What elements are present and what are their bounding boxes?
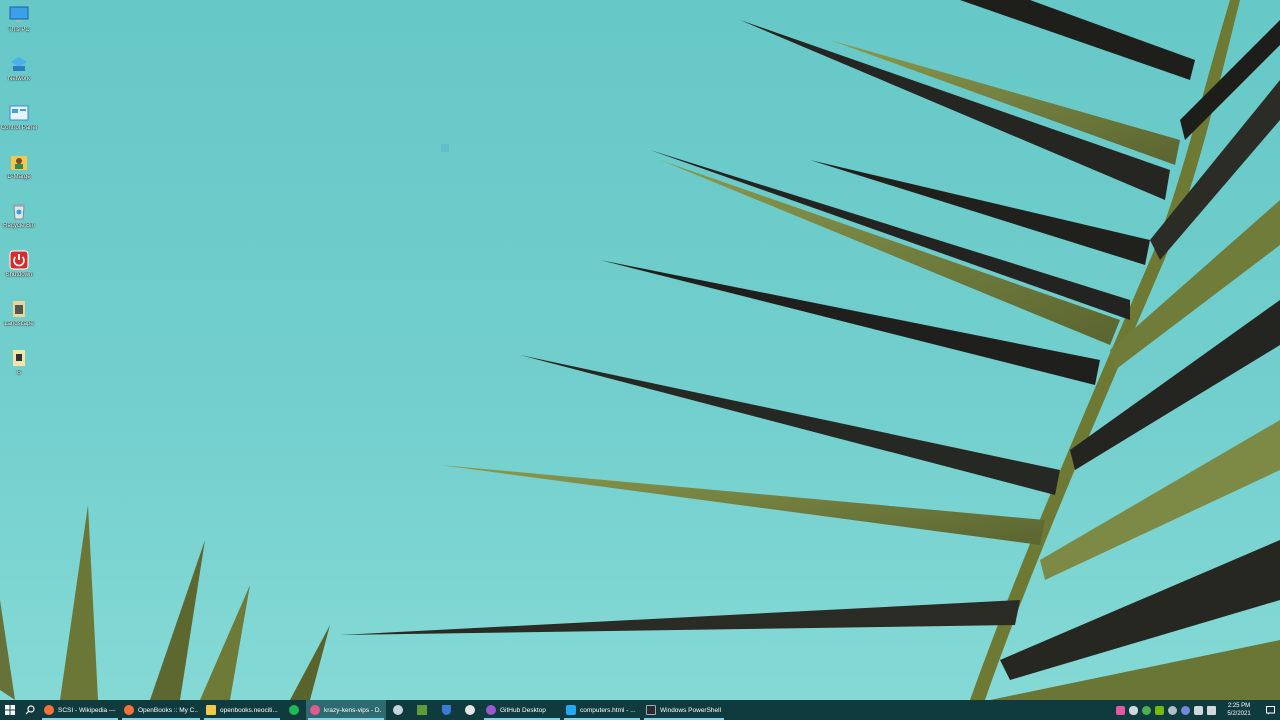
- powershell-icon: [646, 705, 656, 715]
- action-center-button[interactable]: [1260, 700, 1280, 720]
- taskbar-app-firefox-scsi[interactable]: SCSI - Wikipedia —...: [40, 700, 120, 720]
- taskbar-pin-spotify[interactable]: [282, 700, 306, 720]
- search-button[interactable]: [20, 700, 40, 720]
- start-button[interactable]: [0, 700, 20, 720]
- github-icon: [486, 705, 496, 715]
- tray-discord-icon[interactable]: [1181, 705, 1190, 715]
- clock-time: 2:25 PM: [1227, 703, 1251, 709]
- taskbar-pin-steam[interactable]: [386, 700, 410, 720]
- minecraft-icon: [417, 705, 427, 715]
- taskbar-app-label: krazy-kens-vips - D...: [324, 706, 382, 714]
- desktop-icon-b[interactable]: B: [0, 343, 38, 387]
- desktop-icon-label: Control Panel: [0, 125, 38, 131]
- steam-icon: [393, 705, 403, 715]
- recycle-bin-icon: [13, 204, 25, 220]
- taskbar: SCSI - Wikipedia —... OpenBooks :: My C.…: [0, 700, 1280, 720]
- desktop-icon-this-pc[interactable]: This PC: [0, 0, 38, 44]
- security-icon[interactable]: [1142, 705, 1151, 715]
- file-icon: [13, 350, 25, 366]
- shield-icon: [441, 705, 451, 715]
- faded-app-icon: [441, 144, 449, 152]
- desktop-icon-control-panel[interactable]: Control Panel: [0, 98, 38, 142]
- tray-app-icon[interactable]: [1116, 705, 1125, 715]
- desktop-wallpaper: [0, 0, 1280, 700]
- palm-frond-bottom-left: [0, 505, 330, 700]
- taskbar-app-file-explorer[interactable]: openbooks.neociti...: [202, 700, 282, 720]
- control-panel-icon: [9, 105, 29, 121]
- desktop-icon-label: B: [16, 370, 21, 376]
- firefox-icon: [44, 705, 54, 715]
- desktop-icon-landscape[interactable]: Landscape: [0, 294, 38, 338]
- taskbar-app-label: openbooks.neociti...: [220, 706, 278, 714]
- desktop-icon-user-folder[interactable]: D-Marge: [0, 147, 38, 191]
- desktop-icon-label: D-Marge: [7, 174, 31, 180]
- desktop-icon-label: Recycle Bin: [3, 223, 35, 229]
- faded-desktop-item: [441, 144, 455, 152]
- system-tray: 2:25 PM 5/2/2021: [1114, 700, 1280, 720]
- github-cat-icon: [465, 705, 475, 715]
- nvidia-icon[interactable]: [1155, 705, 1164, 715]
- windows-logo-icon: [5, 705, 15, 715]
- taskbar-app-krazy-kens-vips[interactable]: krazy-kens-vips - D...: [306, 700, 386, 720]
- network-icon: [11, 57, 27, 71]
- taskbar-app-label: GitHub Desktop: [500, 706, 546, 714]
- taskbar-app-github-desktop[interactable]: GitHub Desktop: [482, 700, 562, 720]
- taskbar-pin-minecraft[interactable]: [410, 700, 434, 720]
- palm-frond-main: [340, 0, 1280, 700]
- desktop-icon-shutdown[interactable]: Shutdown: [0, 245, 38, 289]
- desktop-icon-label: This PC: [8, 27, 30, 33]
- faded-label: [453, 145, 455, 151]
- desktop-icon-recycle-bin[interactable]: Recycle Bin: [0, 196, 38, 240]
- desktop-icon-label: Shutdown: [5, 272, 33, 278]
- desktop-icon-label: Landscape: [4, 321, 34, 327]
- power-icon: [9, 250, 29, 270]
- notification-icon: [1265, 705, 1275, 714]
- desktop-icon-label: Network: [7, 76, 30, 82]
- app-icon: [310, 705, 320, 715]
- taskbar-app-powershell[interactable]: Windows PowerShell: [642, 700, 726, 720]
- tray-gear-icon[interactable]: [1168, 705, 1177, 715]
- search-icon: [25, 705, 35, 715]
- network-status-icon[interactable]: [1194, 705, 1203, 715]
- taskbar-pin-github[interactable]: [458, 700, 482, 720]
- onedrive-icon[interactable]: [1129, 705, 1138, 715]
- volume-icon[interactable]: [1207, 705, 1216, 715]
- taskbar-app-label: Windows PowerShell: [660, 706, 722, 714]
- taskbar-app-label: computers.html - ...: [580, 706, 636, 714]
- clock[interactable]: 2:25 PM 5/2/2021: [1222, 702, 1256, 718]
- monitor-icon: [9, 6, 29, 22]
- taskbar-app-label: OpenBooks :: My C...: [138, 706, 198, 714]
- taskbar-app-label: SCSI - Wikipedia —...: [58, 706, 116, 714]
- spotify-icon: [289, 705, 299, 715]
- vscode-icon: [566, 705, 576, 715]
- user-folder-icon: [11, 156, 27, 170]
- firefox-icon: [124, 705, 134, 715]
- clock-date: 5/2/2021: [1227, 711, 1251, 717]
- taskbar-pin-security[interactable]: [434, 700, 458, 720]
- desktop-icon-network[interactable]: Network: [0, 49, 38, 93]
- folder-icon: [206, 705, 216, 715]
- taskbar-app-firefox-openbooks[interactable]: OpenBooks :: My C...: [120, 700, 202, 720]
- taskbar-app-vscode[interactable]: computers.html - ...: [562, 700, 642, 720]
- document-icon: [13, 301, 25, 317]
